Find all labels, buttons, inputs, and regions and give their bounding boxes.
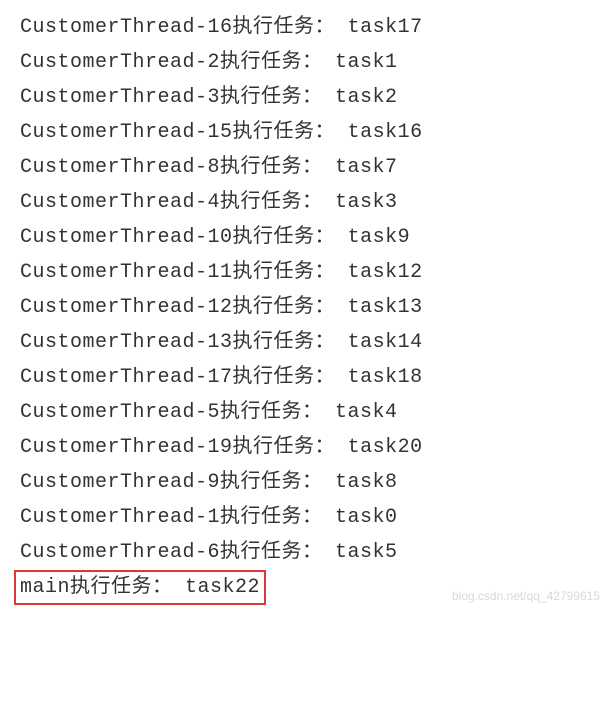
thread-name: CustomerThread-8 (20, 156, 220, 179)
task-name: task4 (335, 401, 398, 424)
highlighted-log-entry: main执行任务： task22 (14, 570, 266, 605)
thread-name: CustomerThread-11 (20, 261, 233, 284)
exec-label: 执行任务： (233, 226, 336, 249)
task-name: task13 (348, 296, 423, 319)
log-entry: CustomerThread-15执行任务： task16 (20, 121, 423, 144)
log-entry: CustomerThread-16执行任务： task17 (20, 16, 423, 39)
log-entry: CustomerThread-8执行任务： task7 (20, 156, 398, 179)
log-line: CustomerThread-13执行任务： task14 (20, 325, 592, 360)
task-name: task18 (348, 366, 423, 389)
task-name: task8 (335, 471, 398, 494)
console-output: CustomerThread-16执行任务： task17CustomerThr… (20, 10, 592, 605)
thread-name: CustomerThread-4 (20, 191, 220, 214)
exec-label: 执行任务： (233, 261, 336, 284)
thread-name: CustomerThread-3 (20, 86, 220, 109)
thread-name: CustomerThread-6 (20, 541, 220, 564)
task-name: task7 (335, 156, 398, 179)
thread-name: CustomerThread-10 (20, 226, 233, 249)
task-name: task12 (348, 261, 423, 284)
log-entry: CustomerThread-6执行任务： task5 (20, 541, 398, 564)
log-line: CustomerThread-1执行任务： task0 (20, 500, 592, 535)
thread-name: CustomerThread-15 (20, 121, 233, 144)
thread-name: CustomerThread-19 (20, 436, 233, 459)
thread-name: CustomerThread-17 (20, 366, 233, 389)
thread-name: CustomerThread-1 (20, 506, 220, 529)
thread-name: CustomerThread-13 (20, 331, 233, 354)
log-line: CustomerThread-10执行任务： task9 (20, 220, 592, 255)
exec-label: 执行任务： (233, 121, 336, 144)
log-line: CustomerThread-8执行任务： task7 (20, 150, 592, 185)
log-line: CustomerThread-3执行任务： task2 (20, 80, 592, 115)
log-line: CustomerThread-2执行任务： task1 (20, 45, 592, 80)
task-name: task20 (348, 436, 423, 459)
task-name: task22 (185, 576, 260, 599)
log-line: CustomerThread-4执行任务： task3 (20, 185, 592, 220)
log-line: CustomerThread-12执行任务： task13 (20, 290, 592, 325)
exec-label: 执行任务： (220, 541, 323, 564)
log-line: CustomerThread-11执行任务： task12 (20, 255, 592, 290)
log-line: CustomerThread-17执行任务： task18 (20, 360, 592, 395)
exec-label: 执行任务： (233, 331, 336, 354)
log-entry: CustomerThread-1执行任务： task0 (20, 506, 398, 529)
exec-label: 执行任务： (220, 191, 323, 214)
log-entry: CustomerThread-19执行任务： task20 (20, 436, 423, 459)
exec-label: 执行任务： (233, 436, 336, 459)
exec-label: 执行任务： (233, 16, 336, 39)
log-line: CustomerThread-16执行任务： task17 (20, 10, 592, 45)
task-name: task5 (335, 541, 398, 564)
task-name: task9 (348, 226, 411, 249)
log-line: CustomerThread-19执行任务： task20 (20, 430, 592, 465)
log-entry: CustomerThread-13执行任务： task14 (20, 331, 423, 354)
task-name: task2 (335, 86, 398, 109)
log-entry: CustomerThread-10执行任务： task9 (20, 226, 410, 249)
thread-name: CustomerThread-5 (20, 401, 220, 424)
thread-name: CustomerThread-9 (20, 471, 220, 494)
thread-name: CustomerThread-16 (20, 16, 233, 39)
log-line: CustomerThread-9执行任务： task8 (20, 465, 592, 500)
exec-label: 执行任务： (220, 156, 323, 179)
exec-label: 执行任务： (220, 51, 323, 74)
log-entry: CustomerThread-3执行任务： task2 (20, 86, 398, 109)
watermark: blog.csdn.net/qq_42799615 (452, 586, 600, 607)
log-line: CustomerThread-5执行任务： task4 (20, 395, 592, 430)
log-entry: CustomerThread-12执行任务： task13 (20, 296, 423, 319)
exec-label: 执行任务： (70, 576, 173, 599)
log-entry: CustomerThread-4执行任务： task3 (20, 191, 398, 214)
log-line: CustomerThread-15执行任务： task16 (20, 115, 592, 150)
thread-name: CustomerThread-12 (20, 296, 233, 319)
exec-label: 执行任务： (220, 86, 323, 109)
thread-name: CustomerThread-2 (20, 51, 220, 74)
log-entry: CustomerThread-11执行任务： task12 (20, 261, 423, 284)
task-name: task16 (348, 121, 423, 144)
task-name: task1 (335, 51, 398, 74)
log-entry: CustomerThread-17执行任务： task18 (20, 366, 423, 389)
task-name: task14 (348, 331, 423, 354)
log-line: CustomerThread-6执行任务： task5 (20, 535, 592, 570)
task-name: task0 (335, 506, 398, 529)
task-name: task3 (335, 191, 398, 214)
log-entry: CustomerThread-9执行任务： task8 (20, 471, 398, 494)
exec-label: 执行任务： (220, 471, 323, 494)
log-entry: CustomerThread-2执行任务： task1 (20, 51, 398, 74)
task-name: task17 (348, 16, 423, 39)
thread-name: main (20, 576, 70, 599)
exec-label: 执行任务： (220, 401, 323, 424)
log-entry: CustomerThread-5执行任务： task4 (20, 401, 398, 424)
exec-label: 执行任务： (233, 296, 336, 319)
exec-label: 执行任务： (233, 366, 336, 389)
exec-label: 执行任务： (220, 506, 323, 529)
